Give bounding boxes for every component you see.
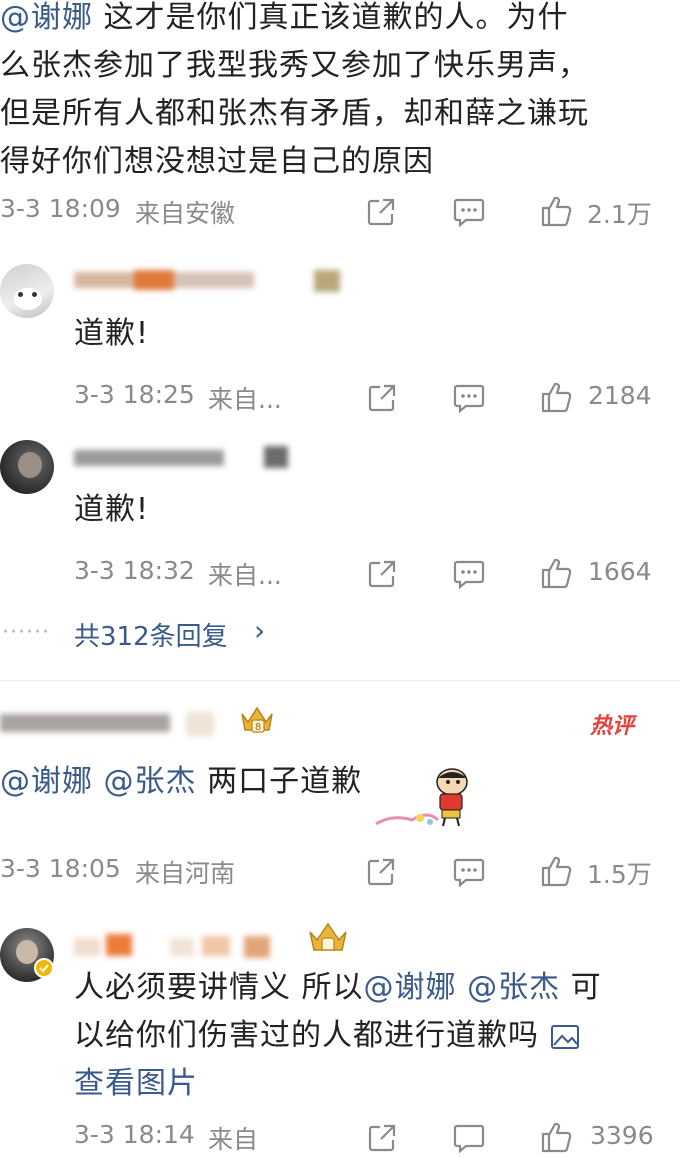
like-icon[interactable] [540,380,572,414]
share-icon[interactable] [365,196,397,228]
comment-location: 来自河南 [135,859,236,888]
comment-top-line1: @谢娜 这才是你们真正该道歉的人。为什 [0,0,680,42]
comment-icon[interactable] [452,558,486,590]
comment-icon[interactable] [452,856,486,888]
chevron-right-icon: › [254,614,266,647]
comment-time: 3-3 18:09 [0,194,121,223]
comment-icon[interactable] [452,196,486,228]
like-icon[interactable] [540,194,572,228]
comment-time: 3-3 18:05 [0,854,121,883]
comment-location: 来自安徽 [135,199,236,228]
share-icon[interactable] [366,558,398,590]
comment-top-text-line2: 么张杰参加了我型我秀又参加了快乐男声， [0,48,589,83]
last-comment-line2: 以给你们伤害过的人都进行道歉吗 [74,1012,674,1060]
comment-top-text-line3: 但是所有人都和张杰有矛盾，却和薛之谦玩 [0,96,589,131]
hot-comment-body: 两口子道歉 [207,764,363,799]
hot-comment-badge: 热评 [590,714,635,739]
cartoon-sticker-icon [375,768,468,827]
hot-comment-meta: 3-3 18:05 来自河南 1.5万 [0,852,680,892]
last-comment-text-line1: 人必须要讲情义 所以 [74,970,364,1005]
like-icon[interactable] [540,556,572,590]
reply-time: 3-3 18:32 [74,556,195,585]
reply-location: 来自... [208,385,282,414]
username-blurred[interactable] [74,446,294,470]
mention-xiena[interactable]: @谢娜 [0,764,93,799]
more-replies-link[interactable]: ······ 共312条回复 › [0,612,300,652]
svg-text:8: 8 [255,722,261,733]
comment-top-text-line4: 得好你们想没想过是自己的原因 [0,144,434,179]
hot-comment-text: @谢娜 @张杰 两口子道歉 [0,758,362,806]
reply-2-meta: 3-3 18:32 来自... 1664 [0,554,680,594]
image-icon [550,1024,579,1049]
reply-time: 3-3 18:25 [74,380,195,409]
username-blurred[interactable] [74,934,294,960]
comment-top-body: @谢娜 这才是你们真正该道歉的人。为什 么张杰参加了我型我秀又参加了快乐男声， … [0,0,680,186]
last-comment-text-line2: 以给你们伤害过的人都进行道歉吗 [74,1018,539,1053]
more-replies-label: 共312条回复 [74,622,228,652]
reply-1-text: 道歉! [74,316,150,351]
like-count: 1.5万 [587,860,652,889]
reply-2-text: 道歉! [74,492,150,527]
last-comment-meta: 3-3 18:14 来自 3396 [0,1118,680,1158]
comment-location: 来自 [208,1125,259,1154]
share-icon[interactable] [365,856,397,888]
share-icon[interactable] [366,1122,398,1154]
mention-zhangjie[interactable]: @张杰 [104,764,197,799]
like-icon[interactable] [540,1120,572,1154]
comment-time: 3-3 18:14 [74,1120,195,1149]
like-count: 2184 [588,381,652,410]
username-blurred[interactable] [74,270,340,292]
mention-xiena[interactable]: @谢娜 [364,970,457,1005]
mention-zhangjie[interactable]: @张杰 [467,970,560,1005]
comment-top-meta: 3-3 18:09 来自安徽 2.1万 [0,192,680,232]
avatar[interactable] [0,440,54,494]
like-icon[interactable] [540,854,572,888]
last-comment-text-tail: 可 [570,970,602,1005]
avatar[interactable] [0,264,54,318]
username-blurred[interactable] [0,708,230,738]
last-comment-text: 人必须要讲情义 所以@谢娜 @张杰 可 以给你们伤害过的人都进行道歉吗 查看图片 [74,964,674,1108]
like-count: 2.1万 [587,200,652,229]
reply-1-meta: 3-3 18:25 来自... 2184 [0,378,680,418]
view-image-link[interactable]: 查看图片 [74,1060,674,1108]
comment-top-text-line1: 这才是你们真正该道歉的人。为什 [103,0,569,35]
crown-badge-icon: 8 [241,706,273,733]
more-replies-dots: ······ [2,620,50,645]
reply-location: 来自... [208,561,282,590]
share-icon[interactable] [366,382,398,414]
comment-icon[interactable] [452,382,486,414]
comment-icon[interactable] [452,1122,486,1154]
mention-xiena[interactable]: @谢娜 [0,0,93,35]
like-count: 1664 [588,557,652,586]
crown-badge-icon [309,922,347,951]
last-comment-line1: 人必须要讲情义 所以@谢娜 @张杰 可 [74,964,674,1012]
like-count: 3396 [590,1121,654,1150]
verified-icon [34,958,54,978]
divider [0,680,680,681]
